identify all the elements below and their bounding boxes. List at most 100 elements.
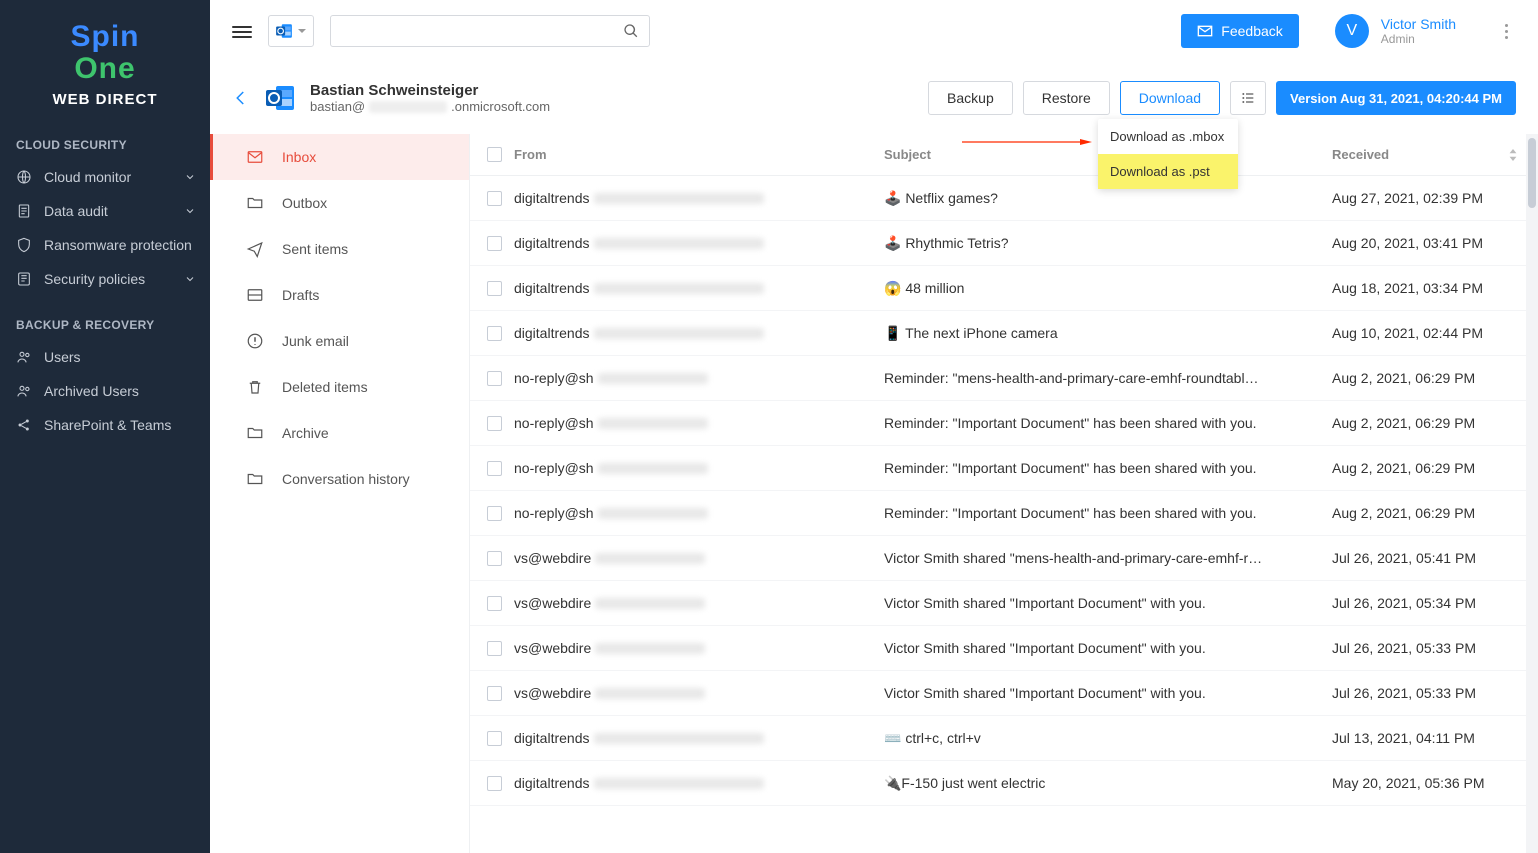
row-checkbox[interactable]	[487, 281, 502, 296]
sidebar-item-ransomware-protection[interactable]: Ransomware protection	[0, 228, 210, 262]
chevron-down-icon	[184, 171, 196, 183]
row-checkbox[interactable]	[487, 416, 502, 431]
column-received[interactable]: Received	[1332, 147, 1532, 162]
sidebar-item-security-policies[interactable]: Security policies	[0, 262, 210, 296]
mail-subject: Reminder: "Important Document" has been …	[884, 460, 1332, 476]
mail-row[interactable]: no-reply@sh Reminder: "mens-health-and-p…	[470, 356, 1538, 401]
nav-label: Data audit	[44, 203, 108, 219]
mail-date: Jul 26, 2021, 05:33 PM	[1332, 640, 1532, 656]
profile-name: Victor Smith	[1381, 16, 1456, 32]
mail-row[interactable]: digitaltrends 🕹️ Netflix games? Aug 27, …	[470, 176, 1538, 221]
folder-label: Drafts	[282, 287, 319, 303]
download-pst-option[interactable]: Download as .pst	[1098, 154, 1238, 189]
account-bar: Bastian Schweinsteiger bastian@ .onmicro…	[210, 62, 1538, 134]
folder-outbox[interactable]: Outbox	[210, 180, 469, 226]
sidebar-item-archived-users[interactable]: Archived Users	[0, 374, 210, 408]
mail-rows[interactable]: digitaltrends 🕹️ Netflix games? Aug 27, …	[470, 176, 1538, 853]
row-checkbox[interactable]	[487, 326, 502, 341]
mail-row[interactable]: no-reply@sh Reminder: "Important Documen…	[470, 401, 1538, 446]
content-split: Inbox Outbox Sent items Drafts Junk emailDel…	[210, 134, 1538, 853]
row-checkbox[interactable]	[487, 236, 502, 251]
redacted-text	[369, 101, 447, 113]
logo-subtitle: WEB DIRECT	[0, 91, 210, 108]
search-input[interactable]	[330, 15, 650, 47]
row-checkbox[interactable]	[487, 371, 502, 386]
more-menu-button[interactable]	[1496, 21, 1516, 41]
folder-drafts[interactable]: Drafts	[210, 272, 469, 318]
mail-subject: Reminder: "Important Document" has been …	[884, 415, 1332, 431]
mail-date: Aug 20, 2021, 03:41 PM	[1332, 235, 1532, 251]
mail-row[interactable]: vs@webdire Victor Smith shared "mens-hea…	[470, 536, 1538, 581]
chevron-down-icon	[184, 273, 196, 285]
folder-sent-items[interactable]: Sent items	[210, 226, 469, 272]
mail-row[interactable]: digitaltrends 😱 48 million Aug 18, 2021,…	[470, 266, 1538, 311]
row-checkbox[interactable]	[487, 686, 502, 701]
download-button[interactable]: Download	[1120, 81, 1220, 115]
feedback-button[interactable]: Feedback	[1181, 14, 1298, 48]
scrollbar-thumb[interactable]	[1528, 138, 1536, 208]
row-checkbox[interactable]	[487, 776, 502, 791]
list-view-button[interactable]	[1230, 81, 1266, 115]
mail-subject: ⌨️ ctrl+c, ctrl+v	[884, 730, 1332, 747]
select-all-checkbox[interactable]	[487, 147, 502, 162]
folder-archive[interactable]: Archive	[210, 410, 469, 456]
backup-button[interactable]: Backup	[928, 81, 1013, 115]
folder-junk-email[interactable]: Junk email	[210, 318, 469, 364]
mail-from: digitaltrends	[514, 190, 882, 206]
sidebar-item-sharepoint-&-teams[interactable]: SharePoint & Teams	[0, 408, 210, 442]
mail-row[interactable]: vs@webdire Victor Smith shared "Importan…	[470, 671, 1538, 716]
row-checkbox[interactable]	[487, 731, 502, 746]
hamburger-button[interactable]	[232, 23, 252, 39]
mail-row[interactable]: digitaltrends 🕹️ Rhythmic Tetris? Aug 20…	[470, 221, 1538, 266]
restore-button[interactable]: Restore	[1023, 81, 1110, 115]
folder-deleted-items[interactable]: Deleted items	[210, 364, 469, 410]
version-badge[interactable]: Version Aug 31, 2021, 04:20:44 PM	[1276, 81, 1516, 115]
avatar: V	[1335, 14, 1369, 48]
mail-from: vs@webdire	[514, 685, 882, 701]
folder-icon	[246, 470, 264, 488]
mail-date: Aug 27, 2021, 02:39 PM	[1332, 190, 1532, 206]
nav-label: Ransomware protection	[44, 237, 192, 253]
mail-subject: 📱 The next iPhone camera	[884, 325, 1332, 342]
mail-subject: Victor Smith shared "Important Document"…	[884, 685, 1332, 701]
profile-block[interactable]: V Victor Smith Admin	[1335, 14, 1456, 48]
inbox-icon	[246, 148, 264, 166]
row-checkbox[interactable]	[487, 191, 502, 206]
topbar: Feedback V Victor Smith Admin	[210, 0, 1538, 62]
row-checkbox[interactable]	[487, 641, 502, 656]
feedback-label: Feedback	[1221, 23, 1282, 39]
mail-list: From Subject Received digitaltrends 🕹️ N…	[470, 134, 1538, 853]
mail-row[interactable]: vs@webdire Victor Smith shared "Importan…	[470, 581, 1538, 626]
download-mbox-option[interactable]: Download as .mbox	[1098, 119, 1238, 154]
redacted-text	[595, 688, 705, 699]
row-checkbox[interactable]	[487, 551, 502, 566]
mail-row[interactable]: no-reply@sh Reminder: "Important Documen…	[470, 446, 1538, 491]
column-from[interactable]: From	[512, 147, 882, 162]
mail-row[interactable]: digitaltrends 📱 The next iPhone camera A…	[470, 311, 1538, 356]
scrollbar[interactable]	[1526, 134, 1538, 853]
mail-row[interactable]: vs@webdire Victor Smith shared "Importan…	[470, 626, 1538, 671]
folder-conversation-history[interactable]: Conversation history	[210, 456, 469, 502]
account-name: Bastian Schweinsteiger	[310, 82, 550, 99]
app-picker[interactable]	[268, 15, 314, 47]
mail-subject: Victor Smith shared "Important Document"…	[884, 595, 1332, 611]
sort-icon	[1508, 149, 1518, 161]
sidebar-item-users[interactable]: Users	[0, 340, 210, 374]
folder-label: Outbox	[282, 195, 327, 211]
mail-row[interactable]: digitaltrends 🔌F-150 just went electric …	[470, 761, 1538, 806]
back-button[interactable]	[232, 89, 250, 107]
row-checkbox[interactable]	[487, 596, 502, 611]
sidebar-item-data-audit[interactable]: Data audit	[0, 194, 210, 228]
nav-icon	[16, 169, 32, 185]
folder-inbox[interactable]: Inbox	[210, 134, 469, 180]
mail-subject: Reminder: "mens-health-and-primary-care-…	[884, 370, 1332, 386]
mail-row[interactable]: digitaltrends ⌨️ ctrl+c, ctrl+v Jul 13, …	[470, 716, 1538, 761]
sidebar-item-cloud-monitor[interactable]: Cloud monitor	[0, 160, 210, 194]
mail-subject: 🔌F-150 just went electric	[884, 775, 1332, 792]
row-checkbox[interactable]	[487, 461, 502, 476]
account-email: bastian@ .onmicrosoft.com	[310, 99, 550, 114]
redacted-text	[598, 373, 708, 384]
mail-row[interactable]: no-reply@sh Reminder: "Important Documen…	[470, 491, 1538, 536]
section-backup-recovery: BACKUP & RECOVERY	[0, 296, 210, 340]
row-checkbox[interactable]	[487, 506, 502, 521]
